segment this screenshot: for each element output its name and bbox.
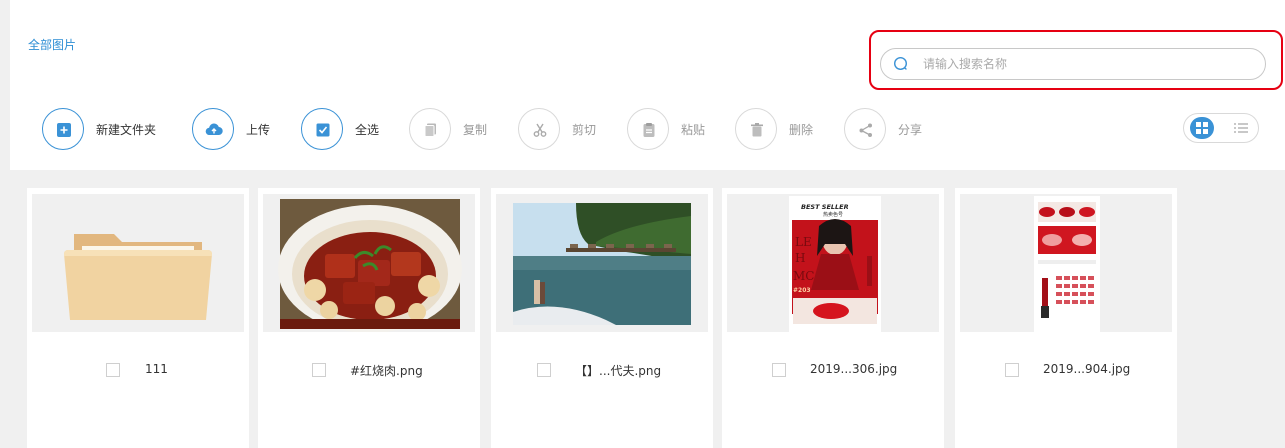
image-thumbnail: BEST SELLER 热卖色号 LE H MC #203 xyxy=(727,194,939,332)
poster-shade: #203 xyxy=(793,287,811,294)
file-card-image[interactable]: 2019...904.jpg xyxy=(955,188,1177,448)
paste-icon xyxy=(643,123,655,137)
file-card-folder[interactable]: 111 xyxy=(27,188,249,448)
select-all-icon xyxy=(316,123,330,137)
lipstick-ad-poster: BEST SELLER 热卖色号 LE H MC #203 xyxy=(727,194,939,332)
list-view-icon[interactable] xyxy=(1229,117,1253,139)
share-icon xyxy=(859,123,872,137)
cut-label: 剪切 xyxy=(572,123,597,137)
highlight-annotation xyxy=(869,30,1283,90)
poster-text-line: LE xyxy=(795,235,812,249)
file-checkbox[interactable] xyxy=(537,363,551,377)
file-card-image[interactable]: #红烧肉.png xyxy=(258,188,480,448)
image-thumbnail xyxy=(263,194,475,332)
trash-icon xyxy=(751,123,763,137)
file-name: 2019...306.jpg xyxy=(810,362,898,376)
file-card-image[interactable]: 【】...代夫.png xyxy=(491,188,713,448)
poster-text-line: H xyxy=(795,251,805,265)
poster-subheading: 热卖色号 xyxy=(823,211,843,218)
file-name: 2019...904.jpg xyxy=(1043,362,1131,376)
share-label: 分享 xyxy=(898,123,923,137)
upload-label: 上传 xyxy=(246,123,271,137)
copy-label: 复制 xyxy=(463,123,488,137)
upload-icon xyxy=(205,123,223,136)
image-thumbnail xyxy=(496,194,708,332)
view-toggle xyxy=(1183,113,1259,143)
poster-text-line: MC xyxy=(793,269,814,283)
scissors-icon xyxy=(533,123,547,137)
folder-icon xyxy=(64,234,212,320)
image-thumbnail xyxy=(960,194,1172,332)
grid-view-icon[interactable] xyxy=(1190,117,1214,139)
select-all-label: 全选 xyxy=(355,123,380,137)
file-name: #红烧肉.png xyxy=(350,364,423,378)
braised-pork-photo xyxy=(263,194,475,332)
folder-thumbnail xyxy=(32,194,244,332)
new-folder-icon xyxy=(57,123,71,137)
file-card-image[interactable]: BEST SELLER 热卖色号 LE H MC #203 2019...306… xyxy=(722,188,944,448)
breadcrumb[interactable]: 全部图片 xyxy=(28,36,76,53)
file-name: 111 xyxy=(145,362,168,376)
new-folder-label: 新建文件夹 xyxy=(96,123,157,137)
lipstick-swatch-poster xyxy=(960,194,1172,332)
poster-heading: BEST SELLER xyxy=(801,203,849,211)
file-name: 【】...代夫.png xyxy=(575,364,662,378)
paste-label: 粘贴 xyxy=(681,123,706,137)
file-checkbox[interactable] xyxy=(312,363,326,377)
beach-water-villa-photo xyxy=(496,194,708,332)
delete-label: 删除 xyxy=(789,123,814,137)
file-checkbox[interactable] xyxy=(1005,363,1019,377)
file-checkbox[interactable] xyxy=(772,363,786,377)
file-checkbox[interactable] xyxy=(106,363,120,377)
copy-icon xyxy=(424,123,436,137)
